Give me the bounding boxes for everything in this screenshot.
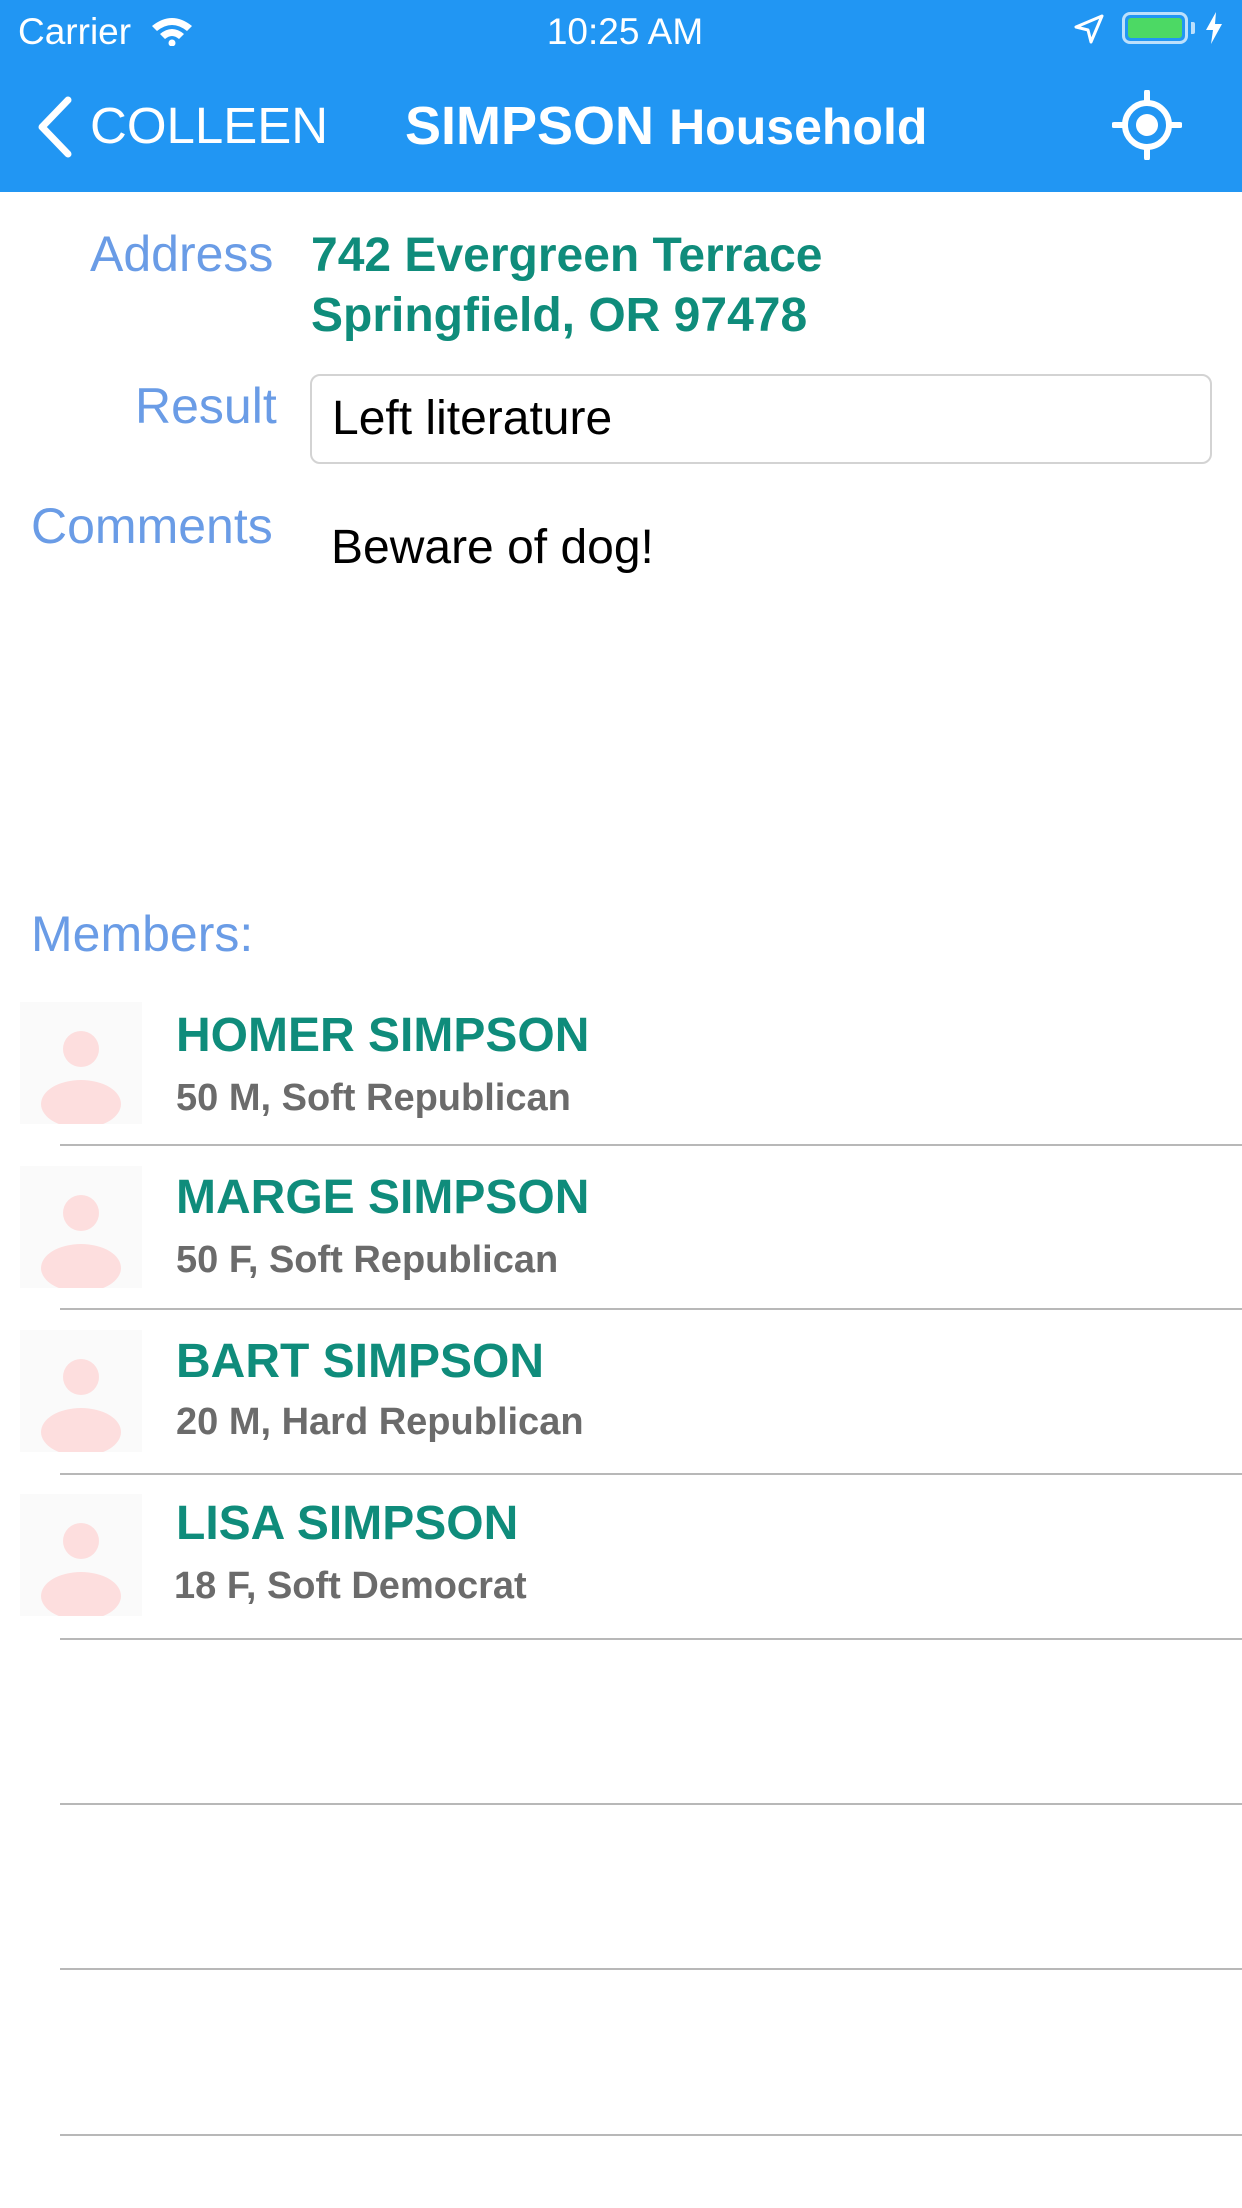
divider (60, 2134, 1242, 2136)
battery-level (1128, 18, 1182, 38)
location-services-icon (1074, 14, 1104, 49)
avatar-icon (20, 1494, 142, 1620)
member-details: 50 F, Soft Republican (176, 1239, 559, 1281)
member-details: 18 F, Soft Democrat (174, 1565, 527, 1607)
divider (60, 1144, 1242, 1146)
avatar-icon (20, 1330, 142, 1456)
divider (60, 1308, 1242, 1310)
result-label: Result (135, 378, 277, 434)
address-line-1: 742 Evergreen Terrace (311, 229, 823, 282)
comments-field[interactable]: Beware of dog! (331, 518, 654, 578)
member-details: 50 M, Soft Republican (176, 1077, 571, 1119)
member-name: BART SIMPSON (176, 1335, 545, 1388)
avatar-icon (20, 1002, 142, 1128)
divider (60, 1473, 1242, 1475)
page-title-household-name: SIMPSON (405, 96, 655, 156)
location-target-icon[interactable] (1111, 89, 1183, 165)
divider (60, 1803, 1242, 1805)
battery-tip (1191, 22, 1195, 34)
clock-label: 10:25 AM (546, 11, 704, 52)
divider (60, 1968, 1242, 1970)
members-heading: Members: (31, 906, 254, 962)
battery-icon (1122, 12, 1188, 44)
navigation-bar: Carrier 10:25 AM COLLEEN SIMPSON Househo… (0, 0, 1242, 192)
page-title: SIMPSON Household (405, 94, 927, 159)
result-field[interactable]: Left literature (310, 374, 1212, 464)
chevron-left-icon[interactable] (34, 96, 74, 163)
member-name: LISA SIMPSON (176, 1497, 519, 1550)
address-label: Address (90, 226, 274, 282)
member-name: HOMER SIMPSON (176, 1009, 590, 1062)
avatar-icon (20, 1166, 142, 1292)
member-details: 20 M, Hard Republican (176, 1401, 584, 1443)
comments-label: Comments (31, 498, 273, 554)
divider (60, 1638, 1242, 1640)
back-button[interactable]: COLLEEN (90, 96, 328, 156)
address-line-2: Springfield, OR 97478 (311, 289, 808, 342)
page-title-suffix: Household (669, 99, 928, 155)
charging-bolt-icon (1204, 12, 1224, 49)
member-name: MARGE SIMPSON (176, 1171, 590, 1224)
